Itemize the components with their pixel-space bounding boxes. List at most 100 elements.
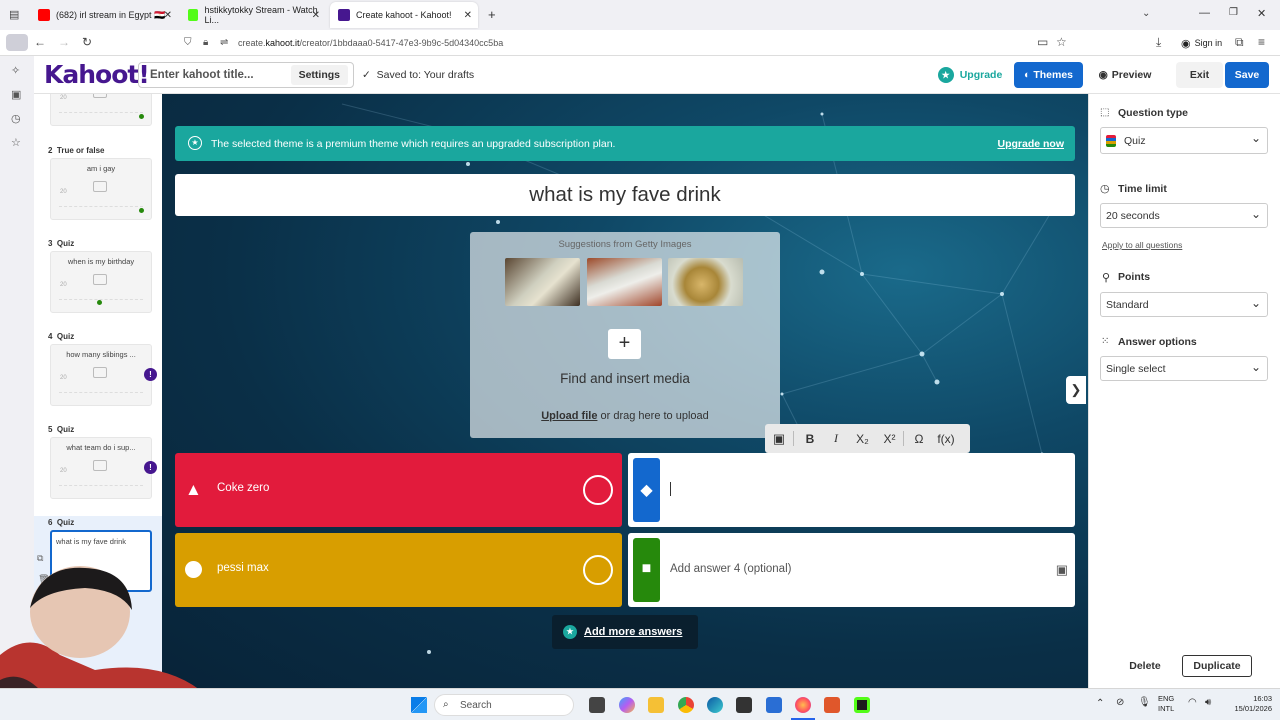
chevron-right-icon[interactable]: ❯ xyxy=(1066,376,1086,404)
outlook-icon[interactable] xyxy=(766,697,782,713)
answer-3-text[interactable]: pessi max xyxy=(217,562,269,574)
answer-4[interactable]: ■ Add answer 4 (optional) ▣ xyxy=(628,533,1075,607)
kahoot-logo[interactable]: Kahoot! xyxy=(44,60,150,89)
getty-image-1[interactable] xyxy=(505,258,580,306)
browser-tab-kahoot[interactable]: Create kahoot - Kahoot! ✕ xyxy=(330,2,478,28)
edge-icon[interactable] xyxy=(707,697,723,713)
minimize-button[interactable]: — xyxy=(1199,7,1210,19)
upgrade-button[interactable]: ★ Upgrade xyxy=(934,62,1006,88)
browser-tab-kick[interactable]: hstikkytokky Stream - Watch Li... ✕ xyxy=(180,2,326,28)
warning-icon[interactable]: ! xyxy=(144,368,157,381)
obs-icon[interactable] xyxy=(854,697,870,713)
volume-icon[interactable]: 🔊︎ xyxy=(1205,697,1211,708)
upgrade-now-link[interactable]: Upgrade now xyxy=(997,138,1064,150)
history-icon[interactable]: ◷ xyxy=(11,112,21,125)
menu-icon[interactable]: ≡ xyxy=(1258,35,1265,49)
maximize-button[interactable]: ❐ xyxy=(1229,7,1238,18)
ai-sparkle-icon[interactable]: ✧ xyxy=(11,64,20,77)
answer-1[interactable]: ▲ Coke zero xyxy=(175,453,622,527)
chrome-icon[interactable] xyxy=(678,697,694,713)
downloads-icon[interactable]: ⤓ xyxy=(1156,35,1161,50)
correct-answer-toggle[interactable] xyxy=(583,555,613,585)
slide-thumbnail[interactable]: what team do i sup... 20 xyxy=(50,437,152,499)
slide-thumbnail[interactable]: am i gay 20 xyxy=(50,158,152,220)
delete-button[interactable]: Delete xyxy=(1109,655,1181,677)
bookmark-star-icon[interactable]: ☆ xyxy=(1056,35,1067,49)
clock[interactable]: 16:03 15/01/2026 xyxy=(1222,694,1272,714)
chevron-down-icon[interactable]: ⌄ xyxy=(1142,8,1150,19)
superscript-button[interactable]: X² xyxy=(876,432,903,446)
save-button[interactable]: Save xyxy=(1225,62,1269,88)
close-icon[interactable]: ✕ xyxy=(164,10,172,21)
shield-icon[interactable]: ⛉ xyxy=(184,37,192,48)
back-icon[interactable]: ← xyxy=(34,35,46,49)
copilot-icon[interactable] xyxy=(619,697,635,713)
time-limit-select[interactable]: 20 seconds ⌄ xyxy=(1100,203,1268,228)
synced-tabs-icon[interactable]: ▣ xyxy=(11,88,21,101)
wifi-icon[interactable]: ◠ xyxy=(1188,697,1197,708)
themes-button[interactable]: ◐ Themes xyxy=(1014,62,1083,88)
answer-4-placeholder[interactable]: Add answer 4 (optional) xyxy=(670,563,791,575)
store-icon[interactable] xyxy=(736,697,752,713)
answer-options-select[interactable]: Single select ⌄ xyxy=(1100,356,1268,381)
sidebar-toggle-icon[interactable] xyxy=(6,34,28,51)
close-icon[interactable]: ✕ xyxy=(464,10,472,21)
network-off-icon[interactable]: ⊘ xyxy=(1116,697,1124,708)
firefox-icon[interactable] xyxy=(795,697,811,713)
getty-image-2[interactable] xyxy=(587,258,662,306)
extensions-icon[interactable]: ⧉ xyxy=(1235,35,1244,50)
sign-in-button[interactable]: ◉ Sign in xyxy=(1176,33,1227,53)
warning-icon[interactable]: ! xyxy=(144,461,157,474)
forward-icon[interactable]: → xyxy=(58,35,70,49)
app-icon[interactable] xyxy=(824,697,840,713)
answer-2[interactable]: ◆ xyxy=(628,453,1075,527)
add-more-answers-button[interactable]: ★ Add more answers xyxy=(552,615,698,649)
duplicate-button[interactable]: Duplicate xyxy=(1182,655,1252,677)
question-input[interactable]: what is my fave drink xyxy=(175,174,1075,216)
bookmarks-icon[interactable]: ☆ xyxy=(11,136,21,149)
apply-to-all-link[interactable]: Apply to all questions xyxy=(1102,240,1182,250)
question-type-select[interactable]: Quiz ⌄ xyxy=(1100,127,1268,154)
chevron-up-icon[interactable]: ⌃ xyxy=(1096,698,1104,709)
url-bar[interactable]: ⛉ 🔒︎ ⇌ create. kahoot.it/creator/1bbdaaa0… xyxy=(184,33,1080,53)
upload-file-link[interactable]: Upload file xyxy=(541,410,597,422)
account-icon: ◉ xyxy=(1181,37,1191,50)
media-insert-area[interactable]: Suggestions from Getty Images + Find and… xyxy=(470,232,780,438)
getty-image-3[interactable] xyxy=(668,258,743,306)
reader-mode-icon[interactable]: ▭ xyxy=(1037,35,1048,49)
exit-button[interactable]: Exit xyxy=(1176,62,1223,88)
correct-answer-toggle[interactable] xyxy=(583,475,613,505)
file-explorer-icon[interactable] xyxy=(648,697,664,713)
lock-icon[interactable]: 🔒︎ xyxy=(203,37,208,48)
language-indicator[interactable]: ENG INTL xyxy=(1158,694,1174,714)
windows-start-icon[interactable] xyxy=(411,697,427,713)
special-characters-button[interactable]: Ω xyxy=(907,432,931,446)
italic-button[interactable]: I xyxy=(823,431,849,446)
star-icon: ★ xyxy=(937,67,954,83)
add-media-button[interactable]: + xyxy=(608,329,641,359)
slide-thumbnail[interactable]: when is my birthday 20 xyxy=(50,251,152,313)
microphone-icon[interactable]: 🎙︎ xyxy=(1138,697,1151,708)
new-tab-button[interactable]: + xyxy=(488,7,496,22)
equation-button[interactable]: f(x) xyxy=(931,432,961,446)
points-select[interactable]: Standard ⌄ xyxy=(1100,292,1268,317)
browser-tab-youtube[interactable]: (682) irl stream in Egypt 🇪🇬 ✕ xyxy=(30,2,178,28)
answer-3[interactable]: pessi max xyxy=(175,533,622,607)
close-window-button[interactable]: ✕ xyxy=(1257,7,1266,20)
close-icon[interactable]: ✕ xyxy=(312,10,320,21)
subscript-button[interactable]: X₂ xyxy=(849,432,876,446)
task-view-icon[interactable] xyxy=(589,697,605,713)
add-image-icon[interactable]: ▣ xyxy=(1056,562,1068,578)
insert-image-icon[interactable]: ▣ xyxy=(765,431,793,447)
tab-overview-icon[interactable]: ▤ xyxy=(9,8,19,21)
answer-1-text[interactable]: Coke zero xyxy=(217,482,269,494)
settings-button[interactable]: Settings xyxy=(290,65,348,85)
preview-button[interactable]: ◉ Preview xyxy=(1091,62,1159,88)
page-info-icon[interactable]: ⇌ xyxy=(220,37,228,48)
slide-thumbnail[interactable]: 20 xyxy=(50,94,152,126)
kahoot-title-input[interactable]: Enter kahoot title... Settings xyxy=(138,62,354,88)
taskbar-search[interactable]: ⌕ Search xyxy=(434,694,574,716)
slide-thumbnail[interactable]: how many slibings ... 20 xyxy=(50,344,152,406)
reload-icon[interactable]: ↻ xyxy=(82,35,92,49)
bold-button[interactable]: B xyxy=(797,432,823,446)
